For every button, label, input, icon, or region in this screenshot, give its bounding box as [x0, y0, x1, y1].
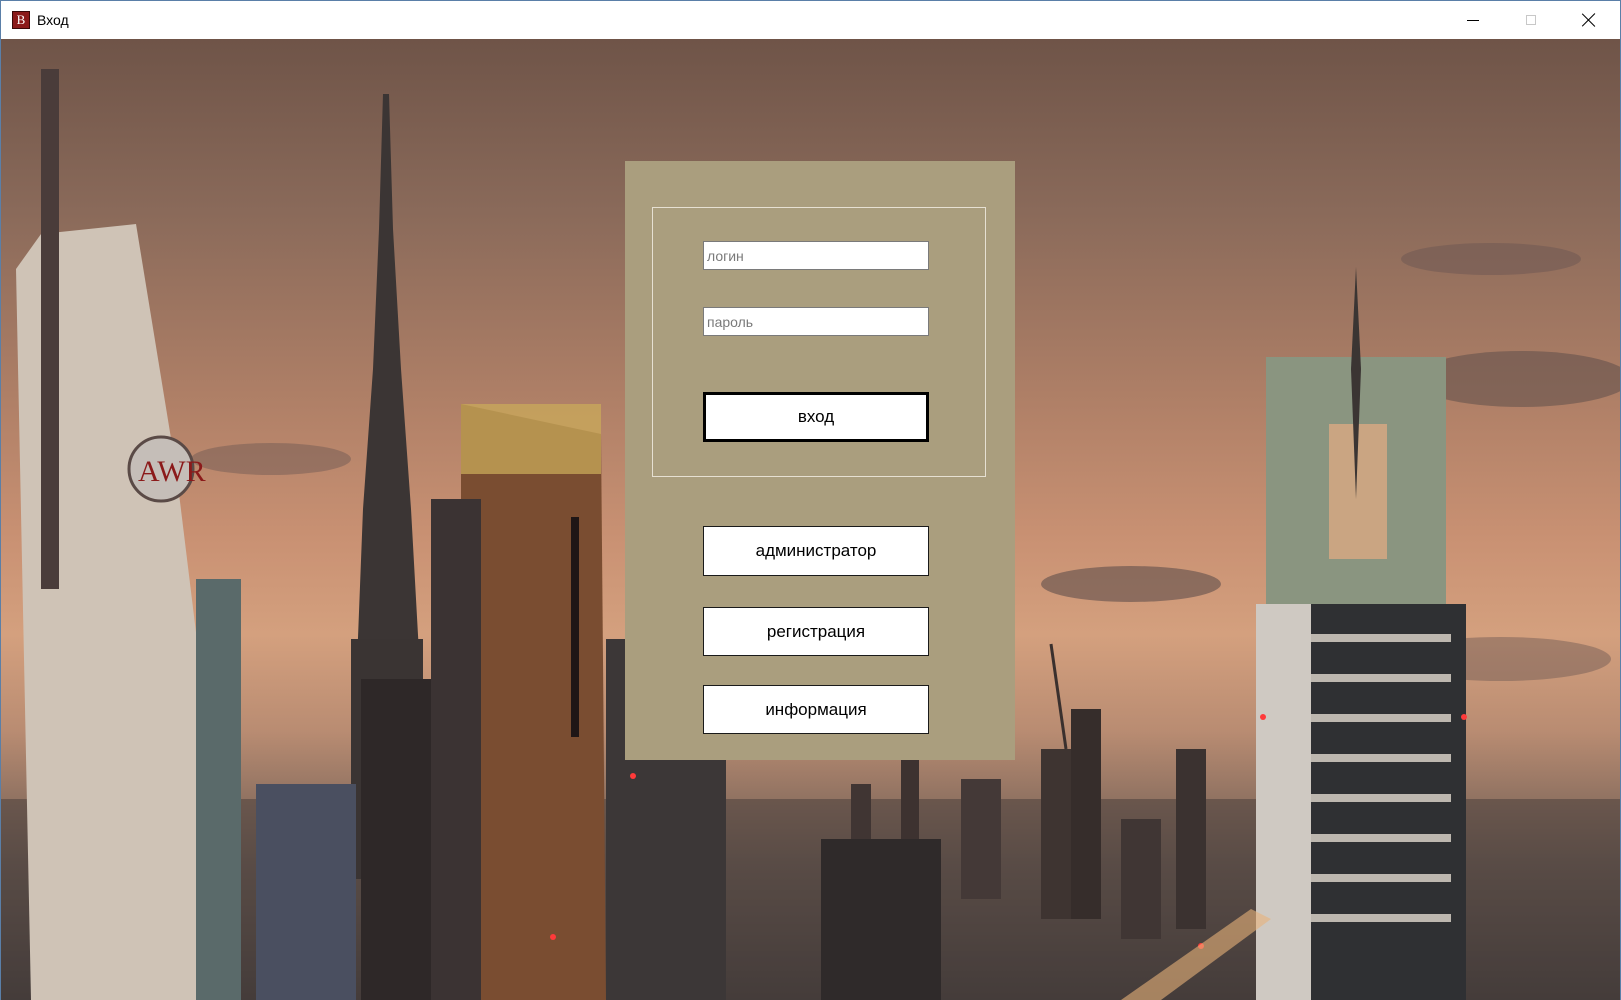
- svg-text:AWR: AWR: [138, 455, 206, 488]
- info-button[interactable]: информация: [703, 685, 929, 734]
- close-icon: [1582, 13, 1596, 27]
- app-icon: B: [12, 11, 30, 29]
- minimize-icon: [1467, 19, 1479, 21]
- login-window: B Вход AWR логин пароль вход администрат…: [0, 0, 1621, 1000]
- maximize-icon: [1526, 15, 1536, 25]
- admin-button[interactable]: администратор: [703, 526, 929, 576]
- login-input[interactable]: [703, 241, 929, 270]
- close-button[interactable]: [1560, 1, 1618, 39]
- title-bar[interactable]: B Вход: [1, 1, 1620, 39]
- enter-button[interactable]: вход: [703, 392, 929, 442]
- maximize-button: [1502, 1, 1560, 39]
- register-button[interactable]: регистрация: [703, 607, 929, 656]
- window-title: Вход: [37, 12, 69, 28]
- password-input[interactable]: [703, 307, 929, 336]
- minimize-button[interactable]: [1444, 1, 1502, 39]
- login-panel: вход администратор регистрация информаци…: [625, 161, 1015, 760]
